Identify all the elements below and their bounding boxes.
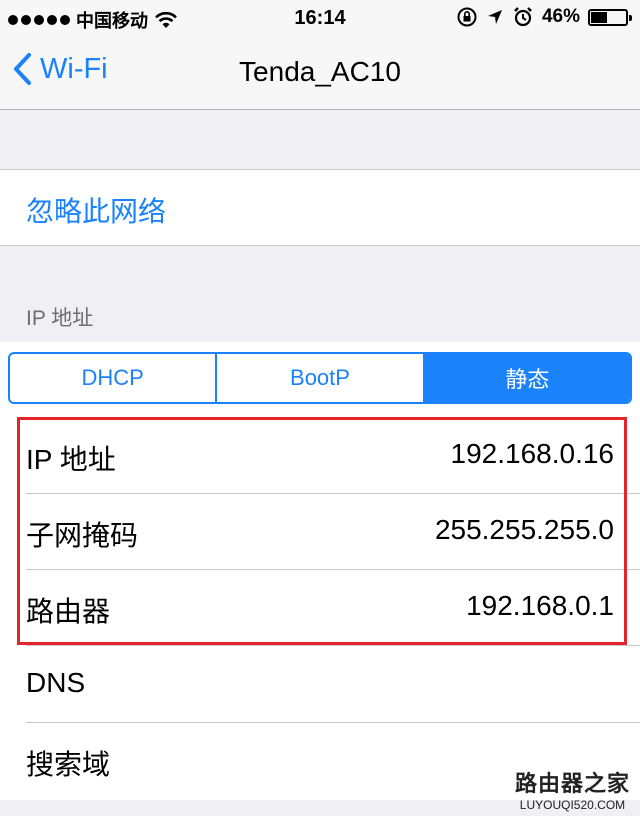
watermark: 路由器之家 LUYOUQI520.COM (515, 766, 630, 812)
row-router[interactable]: 路由器 192.168.0.1 (0, 570, 640, 646)
row-subnet-mask[interactable]: 子网掩码 255.255.255.0 (0, 494, 640, 570)
watermark-title: 路由器之家 (514, 771, 630, 796)
row-label: DNS (26, 667, 86, 698)
status-bar: 中国移动 16:14 46% (0, 0, 640, 36)
location-icon (487, 10, 502, 24)
forget-network-cell[interactable]: 忽略此网络 (0, 169, 640, 246)
segment-bootp[interactable]: BootP (215, 354, 422, 402)
watermark-url: LUYOUQI520.COM (519, 798, 626, 812)
row-ip-address[interactable]: IP 地址 192.168.0.16 (0, 418, 640, 494)
row-label: 路由器 (26, 596, 111, 627)
rotation-lock-icon (457, 7, 477, 27)
ip-mode-cell: DHCP BootP 静态 (0, 342, 640, 418)
section-header-ip: IP 地址 (26, 307, 94, 330)
router-value[interactable]: 192.168.0.1 (466, 590, 614, 622)
navigation-bar: Wi-Fi Tenda_AC10 (0, 36, 640, 110)
segment-static[interactable]: 静态 (422, 354, 630, 402)
forget-network-button[interactable]: 忽略此网络 (26, 190, 166, 230)
ip-settings-list: IP 地址 192.168.0.16 子网掩码 255.255.255.0 路由… (0, 418, 640, 800)
row-label: IP 地址 (26, 444, 116, 475)
status-right: 46% (456, 6, 632, 28)
row-dns[interactable]: DNS (0, 647, 640, 723)
subnet-mask-value[interactable]: 255.255.255.0 (435, 514, 614, 546)
ip-address-value[interactable]: 192.168.0.16 (451, 438, 615, 470)
row-label: 搜索域 (26, 749, 111, 780)
ip-mode-segmented-control: DHCP BootP 静态 (8, 352, 632, 404)
battery-icon (588, 8, 632, 26)
alarm-icon (514, 7, 532, 27)
row-divider (26, 645, 640, 646)
page-title: Tenda_AC10 (239, 56, 401, 87)
segment-dhcp[interactable]: DHCP (10, 354, 215, 402)
row-label: 子网掩码 (26, 520, 139, 551)
battery-percent: 46% (541, 6, 580, 27)
battery-level (591, 11, 607, 23)
